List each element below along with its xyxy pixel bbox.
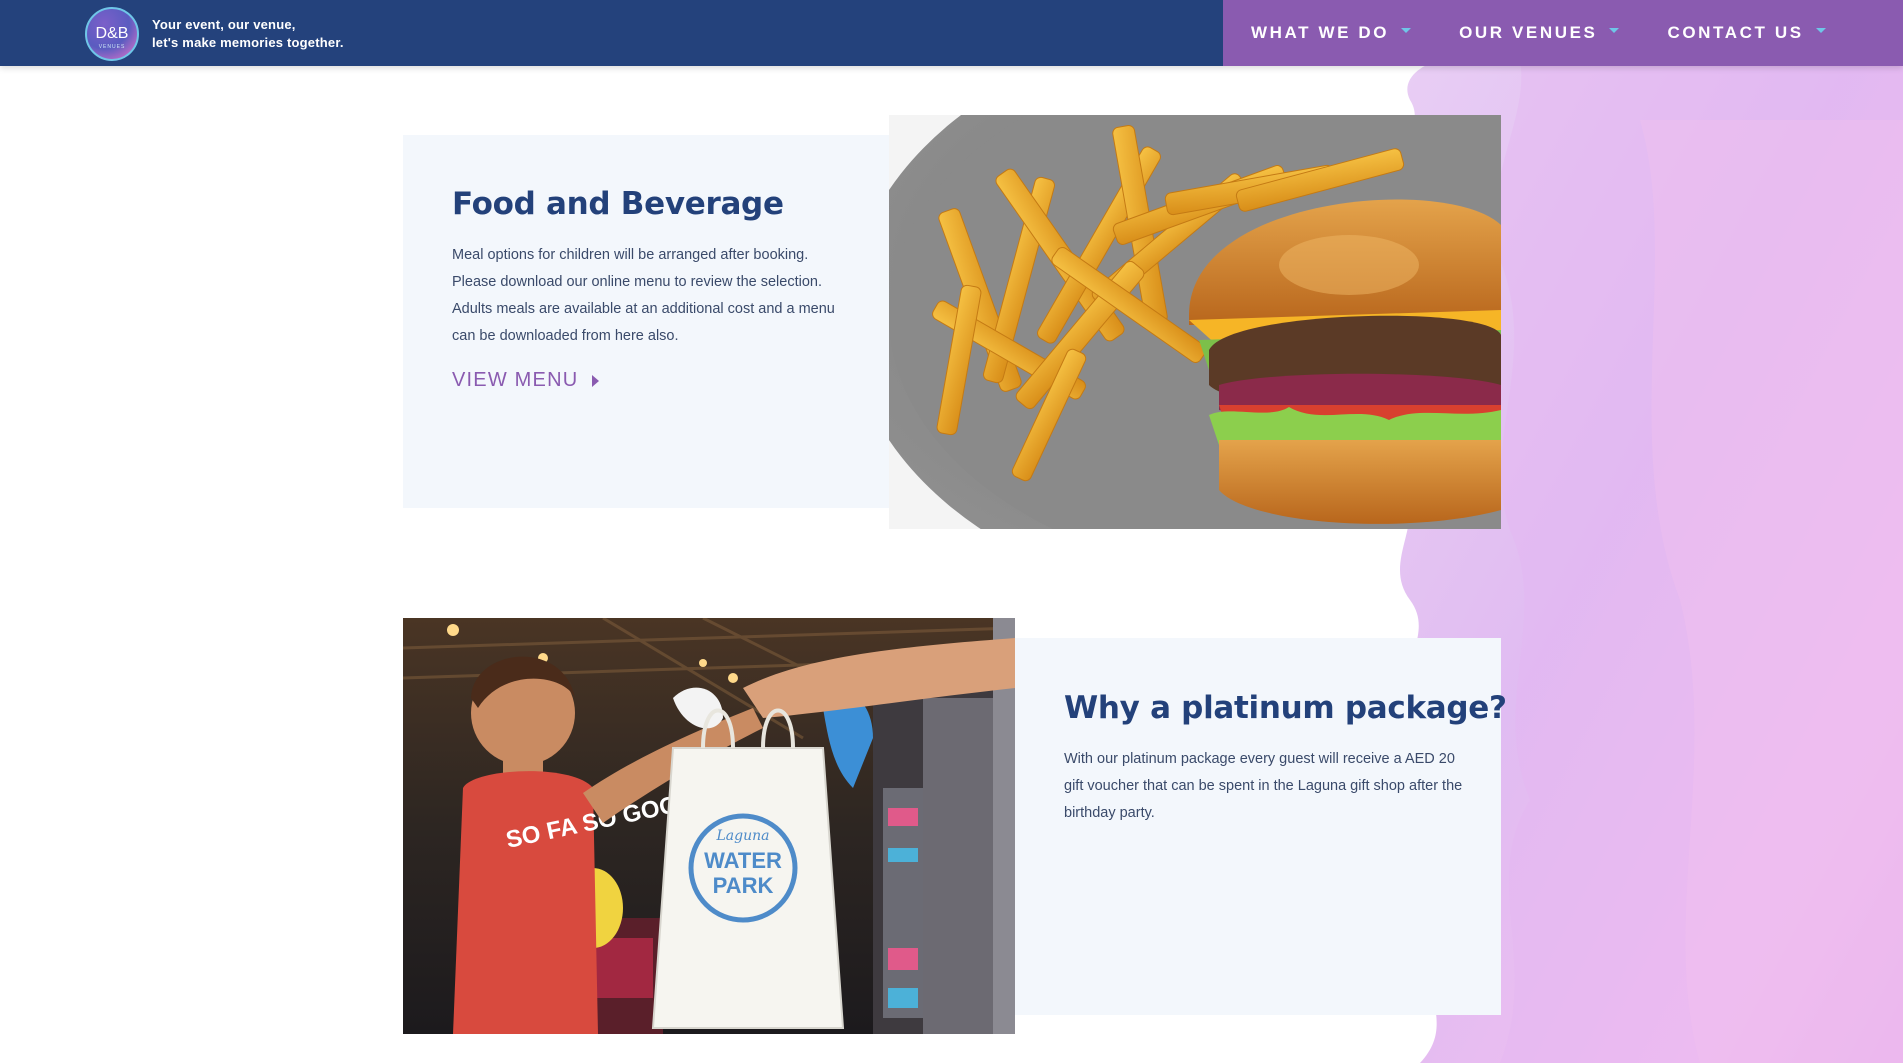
nav-item-what-we-do[interactable]: WHAT WE DO	[1251, 23, 1412, 43]
tagline: Your event, our venue, let's make memori…	[152, 16, 344, 52]
burger-fries-image	[889, 115, 1501, 529]
tagline-line-2: let's make memories together.	[152, 35, 344, 50]
platinum-body-line: With our platinum package every guest wi…	[1064, 751, 1455, 767]
main-nav: WHAT WE DO OUR VENUES CONTACT US	[1223, 0, 1903, 66]
nav-item-contact-us[interactable]: CONTACT US	[1667, 23, 1826, 43]
food-body-line: Please download our online menu to revie…	[452, 274, 822, 290]
site-header: D&B VENUES Your event, our venue, let's …	[0, 0, 1903, 66]
db-venues-logo[interactable]: D&B VENUES	[84, 6, 140, 62]
caret-right-icon	[592, 374, 600, 387]
food-body-line: Meal options for children will be arrang…	[452, 247, 809, 263]
brand[interactable]: D&B VENUES Your event, our venue, let's …	[84, 6, 344, 62]
food-beverage-title: Food and Beverage	[452, 186, 784, 222]
logo-text: D&B	[96, 25, 129, 42]
bag-brand-line2: WATER	[704, 848, 782, 873]
gift-bag-image: SO FA SO GOO Laguna WATER PARK	[403, 618, 1015, 1034]
nav-label: OUR VENUES	[1459, 23, 1598, 42]
caret-down-icon	[1401, 27, 1412, 33]
tagline-line-1: Your event, our venue,	[152, 17, 296, 32]
nav-item-our-venues[interactable]: OUR VENUES	[1459, 23, 1620, 43]
logo-subtext: VENUES	[99, 44, 126, 50]
caret-down-icon	[1815, 27, 1826, 33]
platinum-body-line: birthday party.	[1064, 805, 1155, 821]
food-body-line: can be downloaded from here also.	[452, 328, 679, 344]
nav-label: CONTACT US	[1667, 23, 1804, 42]
food-body-line: Adults meals are available at an additio…	[452, 301, 835, 317]
bag-brand-line1: Laguna	[716, 828, 770, 844]
view-menu-link[interactable]: VIEW MENU	[452, 369, 600, 392]
food-beverage-description: Meal options for children will be arrang…	[452, 242, 835, 350]
bag-brand-line3: PARK	[713, 873, 774, 898]
nav-label: WHAT WE DO	[1251, 23, 1390, 42]
view-menu-label: VIEW MENU	[452, 369, 579, 391]
platinum-title: Why a platinum package?	[1064, 690, 1507, 726]
platinum-description: With our platinum package every guest wi…	[1064, 746, 1462, 827]
platinum-body-line: gift voucher that can be spent in the La…	[1064, 778, 1463, 794]
caret-down-icon	[1609, 27, 1620, 33]
